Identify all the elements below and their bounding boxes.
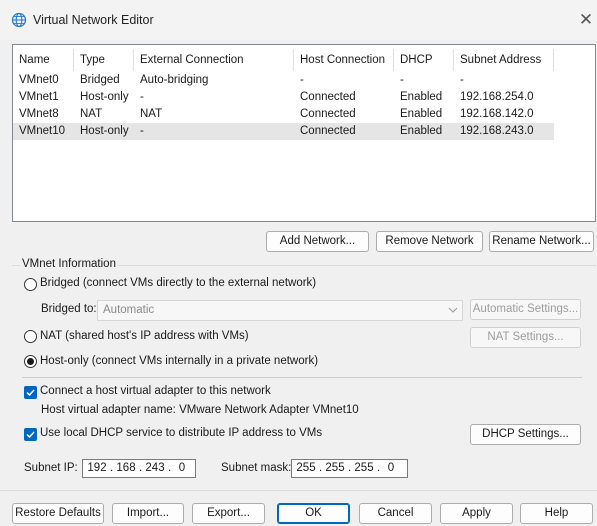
remove-network-button[interactable]: Remove Network <box>376 231 483 252</box>
cell-name: VMnet1 <box>19 91 59 103</box>
ip-dot: . <box>319 462 323 474</box>
column-header-external-connection[interactable]: External Connection <box>134 49 294 71</box>
ip-dot: . <box>348 462 352 474</box>
cell-subnet: 192.168.243.0 <box>460 125 534 137</box>
cell-type: Host-only <box>80 125 129 137</box>
cell-external: - <box>140 91 144 103</box>
subnet-mask-label: Subnet mask: <box>221 462 292 474</box>
cell-subnet: 192.168.254.0 <box>460 91 534 103</box>
column-header-type[interactable]: Type <box>74 49 134 71</box>
ok-button[interactable]: OK <box>277 503 350 524</box>
mask-octet[interactable]: 255 <box>295 461 317 476</box>
subnet-ip-input[interactable]: 192 . 168 . 243 . 0 <box>82 459 196 478</box>
connect-adapter-label[interactable]: Connect a host virtual adapter to this n… <box>40 385 271 397</box>
dhcp-settings-button[interactable]: DHCP Settings... <box>470 424 581 445</box>
help-button[interactable]: Help <box>520 503 593 524</box>
bridged-radio[interactable] <box>24 278 37 291</box>
column-header-host-connection[interactable]: Host Connection <box>294 49 394 71</box>
rename-network-button[interactable]: Rename Network... <box>489 231 594 252</box>
separator <box>22 377 582 378</box>
checkmark-icon <box>26 389 35 397</box>
cancel-button[interactable]: Cancel <box>359 503 432 524</box>
mask-octet[interactable]: 255 <box>353 461 375 476</box>
table-row[interactable]: VMnet1 Host-only - Connected Enabled 192… <box>13 89 554 106</box>
bridged-to-value: Automatic <box>103 304 155 316</box>
ip-octet[interactable]: 243 <box>144 461 166 476</box>
cell-host: Connected <box>300 91 356 103</box>
cell-dhcp: - <box>400 74 404 86</box>
cell-host: Connected <box>300 125 356 137</box>
table-row[interactable]: VMnet0 Bridged Auto-bridging - - - <box>13 72 554 89</box>
cell-dhcp: Enabled <box>400 108 443 120</box>
add-network-button[interactable]: Add Network... <box>266 231 369 252</box>
ip-dot: . <box>377 462 381 474</box>
bridged-to-select[interactable]: Automatic <box>97 300 463 321</box>
cell-host: Connected <box>300 108 356 120</box>
export-button[interactable]: Export... <box>192 503 265 524</box>
column-header-subnet-address[interactable]: Subnet Address <box>454 49 554 71</box>
window-title: Virtual Network Editor <box>33 13 154 27</box>
host-only-label[interactable]: Host-only (connect VMs internally in a p… <box>40 355 318 367</box>
nat-label[interactable]: NAT (shared host's IP address with VMs) <box>40 330 249 342</box>
cell-type: NAT <box>80 108 103 120</box>
apply-button[interactable]: Apply <box>440 503 513 524</box>
cell-name: VMnet0 <box>19 74 59 86</box>
ip-dot: . <box>168 462 172 474</box>
footer-divider <box>0 490 597 491</box>
column-header-dhcp[interactable]: DHCP <box>394 49 454 71</box>
cell-subnet: 192.168.142.0 <box>460 108 534 120</box>
globe-network-icon <box>11 12 27 28</box>
adapter-name-text: Host virtual adapter name: VMware Networ… <box>41 404 359 416</box>
cell-subnet: - <box>460 74 464 86</box>
subnet-mask-input[interactable]: 255 . 255 . 255 . 0 <box>291 459 408 478</box>
bridged-label[interactable]: Bridged (connect VMs directly to the ext… <box>40 277 316 289</box>
nat-settings-button[interactable]: NAT Settings... <box>470 327 581 348</box>
host-only-radio[interactable] <box>24 355 37 368</box>
bridged-to-label: Bridged to: <box>41 303 97 315</box>
mask-octet[interactable]: 0 <box>382 461 400 476</box>
cell-host: - <box>300 74 304 86</box>
subnet-ip-label: Subnet IP: <box>24 462 78 474</box>
cell-type: Host-only <box>80 91 129 103</box>
ip-dot: . <box>139 462 143 474</box>
cell-name: VMnet10 <box>19 125 66 137</box>
cell-external: - <box>140 125 144 137</box>
column-header-name[interactable]: Name <box>13 49 74 71</box>
checkmark-icon <box>26 431 35 439</box>
network-table[interactable]: Name Type External Connection Host Conne… <box>12 44 596 222</box>
table-row-selected[interactable]: VMnet10 Host-only - Connected Enabled 19… <box>13 123 554 140</box>
restore-defaults-button[interactable]: Restore Defaults <box>12 503 104 524</box>
cell-dhcp: Enabled <box>400 91 443 103</box>
cell-type: Bridged <box>80 74 120 86</box>
vmnet-information-label: VMnet Information <box>20 258 118 270</box>
use-dhcp-label[interactable]: Use local DHCP service to distribute IP … <box>40 427 322 439</box>
cell-external: Auto-bridging <box>140 74 209 86</box>
automatic-settings-button[interactable]: Automatic Settings... <box>470 299 581 320</box>
cell-name: VMnet8 <box>19 108 59 120</box>
use-dhcp-checkbox[interactable] <box>24 428 37 441</box>
cell-dhcp: Enabled <box>400 125 443 137</box>
import-button[interactable]: Import... <box>112 503 184 524</box>
chevron-down-icon <box>448 307 458 313</box>
mask-octet[interactable]: 255 <box>324 461 346 476</box>
cell-external: NAT <box>140 108 163 120</box>
title-bar: Virtual Network Editor ✕ <box>0 0 597 40</box>
ip-octet[interactable]: 192 <box>86 461 108 476</box>
nat-radio[interactable] <box>24 330 37 343</box>
connect-adapter-checkbox[interactable] <box>24 386 37 399</box>
ip-octet[interactable]: 0 <box>173 461 191 476</box>
ip-dot: . <box>110 462 114 474</box>
close-icon[interactable]: ✕ <box>575 9 597 31</box>
ip-octet[interactable]: 168 <box>115 461 137 476</box>
table-row[interactable]: VMnet8 NAT NAT Connected Enabled 192.168… <box>13 106 554 123</box>
